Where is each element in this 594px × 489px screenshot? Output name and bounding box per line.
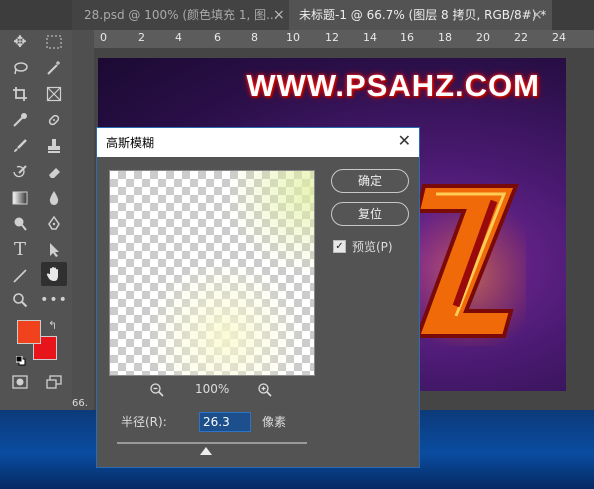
preview-zoom-percent: 100% (195, 382, 230, 396)
preview-checkbox[interactable]: ✓ (333, 240, 346, 253)
eraser-icon[interactable] (41, 160, 67, 184)
pen-icon[interactable] (41, 212, 67, 236)
quick-mask-icon[interactable] (7, 370, 33, 394)
vertical-ruler (72, 30, 94, 410)
close-icon[interactable]: ✕ (398, 132, 411, 150)
clone-stamp-icon[interactable] (41, 134, 67, 158)
path-select-icon[interactable] (41, 238, 67, 262)
site-url-text: WWW.PSAHZ.COM (246, 68, 540, 103)
radius-label: 半径(R): (121, 415, 167, 429)
type-icon[interactable]: T (7, 238, 33, 262)
radius-input[interactable] (199, 412, 251, 432)
ruler-label: 14 (363, 31, 377, 44)
reset-button[interactable]: 复位 (331, 202, 409, 226)
tab-label: 28.psd @ 100% (颜色填充 1, 图... (84, 8, 278, 22)
preview-glow-center (130, 266, 314, 375)
radius-slider-thumb[interactable] (200, 447, 213, 455)
glowing-z-artwork (416, 184, 526, 346)
frame-icon[interactable] (41, 82, 67, 106)
dodge-icon[interactable] (7, 212, 33, 236)
radius-unit: 像素 (262, 415, 287, 429)
close-icon[interactable]: × (531, 0, 543, 30)
lasso-icon[interactable] (7, 56, 33, 80)
history-brush-icon[interactable] (7, 160, 33, 184)
ok-button[interactable]: 确定 (331, 169, 409, 193)
move-icon[interactable]: ✥ (7, 30, 33, 54)
more-icon[interactable]: ••• (40, 288, 67, 312)
line-icon[interactable] (7, 264, 33, 288)
crop-icon[interactable] (7, 82, 33, 106)
preview-zoom-controls: 100% (149, 382, 279, 400)
ruler-label: 6 (214, 31, 221, 44)
foreground-color-swatch[interactable] (17, 320, 41, 344)
dialog-titlebar[interactable]: 高斯模糊 ✕ (97, 128, 419, 157)
zoom-icon[interactable] (7, 288, 33, 312)
blur-icon[interactable] (41, 186, 67, 210)
eyedropper-icon[interactable] (7, 108, 33, 132)
ruler-label: 12 (325, 31, 339, 44)
ruler-label: 16 (400, 31, 414, 44)
ruler-label: 8 (251, 31, 258, 44)
marquee-icon[interactable] (41, 30, 67, 54)
ruler-label: 24 (552, 31, 566, 44)
horizontal-ruler: 0 2 4 6 8 10 12 14 16 18 20 22 24 (94, 30, 594, 49)
preview-label: 预览(P) (352, 240, 393, 254)
tools-panel: ✥ T ••• ↰ (0, 30, 73, 410)
tab-untitled-1[interactable]: 未标题-1 @ 66.7% (图层 8 拷贝, RGB/8#) * (289, 0, 552, 30)
default-colors-icon[interactable] (15, 351, 26, 366)
ruler-label: 20 (476, 31, 490, 44)
dialog-title: 高斯模糊 (106, 136, 155, 150)
zoom-out-icon[interactable] (149, 382, 165, 401)
ruler-label: 4 (175, 31, 182, 44)
preview-glow-top (220, 171, 314, 271)
healing-brush-icon[interactable] (41, 108, 67, 132)
swap-colors-icon[interactable]: ↰ (48, 319, 57, 332)
blur-preview-pane[interactable] (109, 170, 315, 376)
close-icon[interactable]: × (273, 0, 285, 30)
radius-slider-track[interactable] (117, 442, 307, 444)
ruler-label: 0 (100, 31, 107, 44)
gaussian-blur-dialog: 高斯模糊 ✕ 100% 确定 复位 ✓ 预览(P) 半径(R): 像素 (96, 127, 420, 468)
brush-icon[interactable] (7, 134, 33, 158)
tab-28-psd[interactable]: 28.psd @ 100% (颜色填充 1, 图... (72, 0, 289, 30)
preview-checkbox-row[interactable]: ✓ 预览(P) (333, 238, 393, 255)
ruler-label: 22 (514, 31, 528, 44)
magic-wand-icon[interactable] (41, 56, 67, 80)
gradient-icon[interactable] (7, 186, 33, 210)
ruler-label: 18 (438, 31, 452, 44)
screen-mode-icon[interactable] (41, 370, 67, 394)
hand-icon[interactable] (41, 262, 67, 286)
zoom-in-icon[interactable] (257, 382, 273, 401)
document-tab-bar: 28.psd @ 100% (颜色填充 1, 图... × 未标题-1 @ 66… (0, 0, 594, 30)
ruler-label: 10 (286, 31, 300, 44)
tab-label: 未标题-1 @ 66.7% (图层 8 拷贝, RGB/8#) * (299, 8, 547, 22)
ruler-label: 2 (138, 31, 145, 44)
